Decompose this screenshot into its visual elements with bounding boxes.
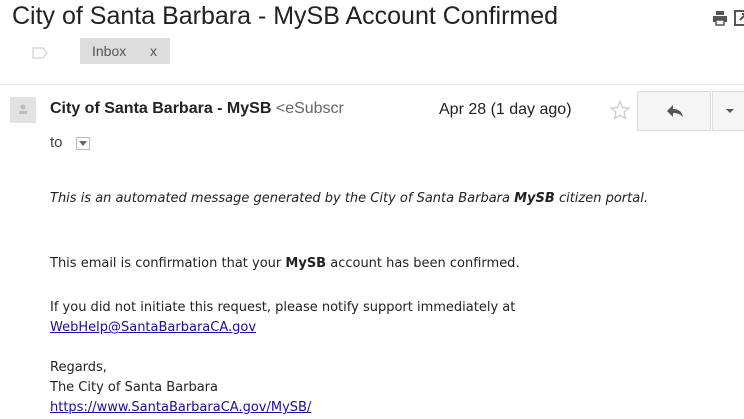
- reply-icon: [667, 105, 683, 117]
- more-options-button[interactable]: [712, 91, 744, 131]
- signature-block: Regards, The City of Santa Barbara https…: [50, 358, 730, 418]
- person-icon: [19, 104, 27, 114]
- regards-text: Regards,: [50, 360, 107, 375]
- sender-name: City of Santa Barbara - MySB: [50, 100, 272, 117]
- automated-notice: This is an automated message generated b…: [50, 191, 648, 206]
- chevron-down-icon: [726, 109, 734, 113]
- new-window-icon[interactable]: [734, 10, 744, 30]
- email-date: Apr 28 (1 day ago): [439, 101, 572, 118]
- print-icon[interactable]: [712, 10, 728, 30]
- email-subject: City of Santa Barbara - MySB Account Con…: [12, 2, 559, 30]
- header-divider: [0, 84, 744, 85]
- inbox-label: Inbox: [92, 43, 127, 59]
- mysb-site-link[interactable]: https://www.SantaBarbaraCA.gov/MySB/: [50, 400, 311, 415]
- signature-name: The City of Santa Barbara: [50, 380, 218, 395]
- star-icon[interactable]: [609, 99, 631, 124]
- sender: City of Santa Barbara - MySB <eSubscr: [50, 100, 344, 118]
- avatar: [10, 97, 36, 123]
- remove-label-button[interactable]: x: [150, 38, 157, 64]
- chevron-down-icon: [79, 141, 87, 146]
- support-email-link[interactable]: WebHelp@SantaBarbaraCA.gov: [50, 320, 256, 335]
- recipient-details-dropdown[interactable]: [76, 137, 90, 150]
- toolbar-icons: [684, 10, 744, 32]
- reply-button[interactable]: [637, 91, 711, 131]
- support-notice-text: If you did not initiate this request, pl…: [50, 300, 516, 315]
- sender-email: <eSubscr: [275, 100, 344, 117]
- label-icon[interactable]: [32, 44, 48, 63]
- recipient-label: to: [50, 134, 63, 151]
- confirmation-text: This email is confirmation that your MyS…: [50, 256, 520, 271]
- support-notice: If you did not initiate this request, pl…: [50, 298, 730, 338]
- inbox-label-chip[interactable]: Inbox x: [80, 38, 170, 64]
